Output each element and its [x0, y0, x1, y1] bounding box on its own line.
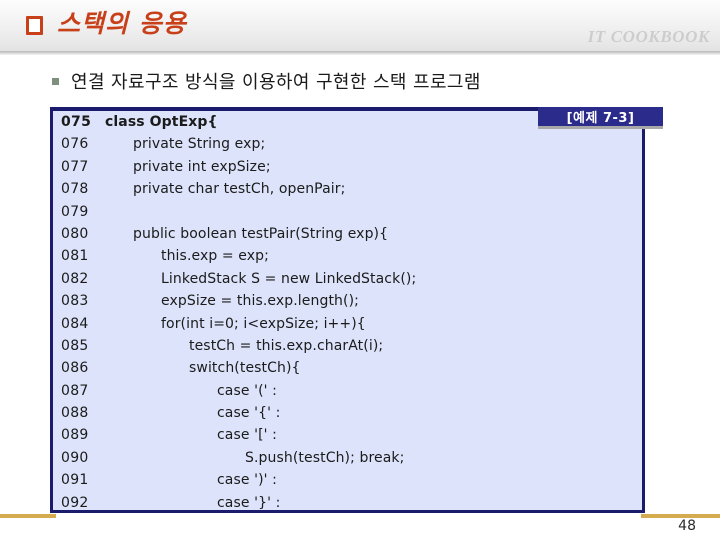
code-line: 083 expSize = this.exp.length(); [61, 293, 642, 315]
code-line: 076 private String exp; [61, 136, 642, 158]
page-title: 스택의 응용 [57, 9, 187, 38]
code-line: 091 case ')' : [61, 472, 642, 494]
code-line-text: for(int i=0; i<expSize; i++){ [161, 315, 366, 332]
code-line: 090 S.push(testCh); break; [61, 450, 642, 472]
code-line-number: 090 [61, 449, 89, 466]
code-line-number: 092 [61, 494, 89, 511]
footer-rule-left [0, 514, 56, 518]
code-line-text: case ')' : [217, 472, 277, 489]
header-divider [0, 51, 720, 55]
code-line: 077 private int expSize; [61, 159, 642, 181]
code-line-number: 083 [61, 293, 89, 310]
square-outline-icon [26, 16, 43, 35]
code-line-number: 080 [61, 225, 89, 242]
bullet-text: 연결 자료구조 방식을 이용하여 구현한 스택 프로그램 [71, 72, 481, 93]
code-line: 080 public boolean testPair(String exp){ [61, 226, 642, 248]
code-line-text: LinkedStack S = new LinkedStack(); [161, 270, 417, 287]
code-line-number: 079 [61, 203, 89, 220]
code-line-text: case '}' : [217, 494, 281, 511]
brand-label: IT COOKBOOK [587, 27, 710, 46]
code-line-text: private int expSize; [133, 158, 271, 175]
code-line: 089 case '[' : [61, 427, 642, 449]
code-line-text: S.push(testCh); break; [245, 449, 405, 466]
code-line: 084 for(int i=0; i<expSize; i++){ [61, 316, 642, 338]
code-line: 088 case '{' : [61, 405, 642, 427]
example-label-badge: [예제 7-3] [538, 107, 663, 126]
bullet-row: 연결 자료구조 방식을 이용하여 구현한 스택 프로그램 [52, 68, 481, 94]
code-line-text: this.exp = exp; [161, 248, 269, 265]
code-line-text: case '(' : [217, 382, 277, 399]
square-bullet-icon [52, 77, 59, 85]
code-line-list: 075 class OptExp{076 private String exp; 07… [61, 114, 642, 517]
code-line: 087 case '(' : [61, 383, 642, 405]
code-line-number: 088 [61, 405, 89, 422]
code-line-text: case '{' : [217, 405, 281, 422]
code-line: 092 case '}' : [61, 495, 642, 517]
code-line-number: 076 [61, 136, 89, 153]
code-line-number: 082 [61, 270, 89, 287]
code-line-number: 089 [61, 427, 89, 444]
code-line-text: testCh = this.exp.charAt(i); [189, 337, 384, 354]
code-line-number: 075 [61, 114, 92, 130]
code-line-number: 091 [61, 472, 89, 489]
code-line: 081 this.exp = exp; [61, 248, 642, 270]
code-line: 086 switch(testCh){ [61, 360, 642, 382]
code-line-text: public boolean testPair(String exp){ [133, 225, 389, 242]
code-line: 082 LinkedStack S = new LinkedStack(); [61, 271, 642, 293]
code-line: 085 testCh = this.exp.charAt(i); [61, 338, 642, 360]
code-line-number: 078 [61, 181, 89, 198]
code-line-number: 087 [61, 382, 89, 399]
code-line: 078 private char testCh, openPair; [61, 181, 642, 203]
code-line-text: private String exp; [133, 136, 266, 153]
code-line: 079 [61, 204, 642, 226]
code-line-text: class OptExp{ [105, 114, 218, 130]
code-line-number: 085 [61, 337, 89, 354]
code-line-number: 081 [61, 248, 89, 265]
code-line-text: private char testCh, openPair; [133, 181, 346, 198]
code-line-text: expSize = this.exp.length(); [161, 293, 359, 310]
code-line-text: switch(testCh){ [189, 360, 301, 377]
code-line-number: 086 [61, 360, 89, 377]
code-line-number: 084 [61, 315, 89, 332]
code-block: 075 class OptExp{076 private String exp; 07… [50, 107, 645, 513]
example-label-badge-shadow [538, 126, 663, 129]
page-number: 48 [678, 518, 696, 534]
slide-header: 스택의 응용 IT COOKBOOK [0, 0, 720, 53]
code-line-number: 077 [61, 158, 89, 175]
code-line-text: case '[' : [217, 427, 277, 444]
